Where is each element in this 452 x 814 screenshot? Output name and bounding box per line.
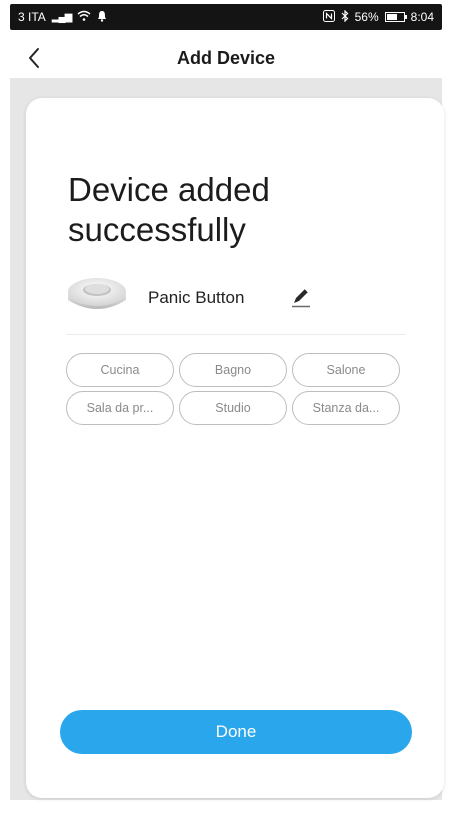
room-chip-stanza-da[interactable]: Stanza da... bbox=[292, 391, 400, 425]
device-puck-icon bbox=[66, 272, 128, 320]
nfc-icon bbox=[322, 9, 335, 25]
wifi-icon bbox=[77, 10, 91, 25]
battery-percent: 56% bbox=[354, 10, 379, 24]
notification-bell-icon bbox=[97, 10, 107, 25]
room-chip-studio[interactable]: Studio bbox=[179, 391, 287, 425]
clock: 8:04 bbox=[410, 10, 434, 24]
device-row: Panic Button bbox=[66, 268, 406, 335]
carrier-label: 3 ITA bbox=[18, 10, 46, 24]
signal-icon: ▂▄▆ bbox=[51, 11, 72, 23]
status-right: 56% 8:04 bbox=[322, 9, 434, 25]
page-title: Add Device bbox=[176, 47, 276, 68]
room-chip-bagno[interactable]: Bagno bbox=[179, 353, 287, 387]
room-chip-cucina[interactable]: Cucina bbox=[66, 353, 174, 387]
room-chip-salone[interactable]: Salone bbox=[292, 353, 400, 387]
bluetooth-icon bbox=[341, 9, 349, 25]
room-selector: Cucina Bagno Salone Sala da pr... Studio… bbox=[66, 353, 400, 425]
chevron-left-icon bbox=[29, 48, 39, 68]
result-card: Device added successfully Panic Button C… bbox=[26, 98, 444, 798]
edit-pencil-icon[interactable] bbox=[288, 284, 314, 310]
battery-icon bbox=[384, 12, 407, 22]
status-bar: 3 ITA ▂▄▆ 56% 8:04 bbox=[0, 0, 452, 34]
status-left: 3 ITA ▂▄▆ bbox=[18, 10, 107, 25]
nav-bar: Add Device bbox=[0, 34, 452, 82]
success-headline: Device added successfully bbox=[68, 171, 270, 248]
room-chip-sala-da-pranzo[interactable]: Sala da pr... bbox=[66, 391, 174, 425]
device-name: Panic Button bbox=[148, 288, 245, 307]
done-button[interactable]: Done bbox=[60, 710, 412, 754]
back-button[interactable] bbox=[22, 44, 46, 72]
status-bar-inner: 3 ITA ▂▄▆ 56% 8:04 bbox=[10, 4, 442, 30]
